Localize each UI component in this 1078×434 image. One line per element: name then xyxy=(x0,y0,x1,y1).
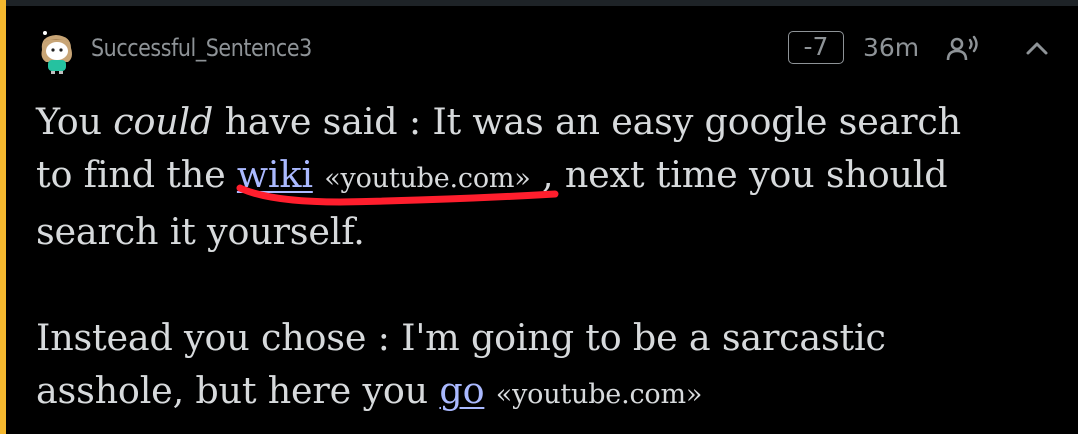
wiki-link[interactable]: wiki xyxy=(237,153,313,196)
comment: Successful_Sentence3 -7 36m You could ha… xyxy=(6,6,1078,434)
link-domain: «youtube.com» xyxy=(495,379,703,410)
comment-age: 36m xyxy=(863,33,920,62)
snoo-avatar-icon[interactable] xyxy=(36,28,78,74)
text-span: search it yourself. xyxy=(36,210,365,253)
text-span: have said : It was an easy google search xyxy=(213,100,962,143)
italic-text: could xyxy=(113,100,214,143)
text-span: asshole, but here you xyxy=(36,369,440,412)
text-span: Instead you chose : I'm going to be a sa… xyxy=(36,316,886,359)
comment-body: You could have said : It was an easy goo… xyxy=(36,95,1066,421)
comment-header: Successful_Sentence3 -7 36m xyxy=(6,24,1078,76)
score-badge: -7 xyxy=(788,31,844,64)
paragraph-1: You could have said : It was an easy goo… xyxy=(36,95,1066,258)
link-domain: «youtube.com» xyxy=(324,163,531,194)
text-span: You xyxy=(36,100,114,143)
paragraph-2: Instead you chose : I'm going to be a sa… xyxy=(36,311,1066,421)
text-span: , next time you should xyxy=(530,153,948,196)
go-link[interactable]: go xyxy=(439,369,484,412)
chevron-up-icon[interactable] xyxy=(1024,37,1050,59)
text-span: to find the xyxy=(36,153,237,196)
speaker-voice-icon[interactable] xyxy=(946,34,980,64)
author-username[interactable]: Successful_Sentence3 xyxy=(91,34,312,62)
